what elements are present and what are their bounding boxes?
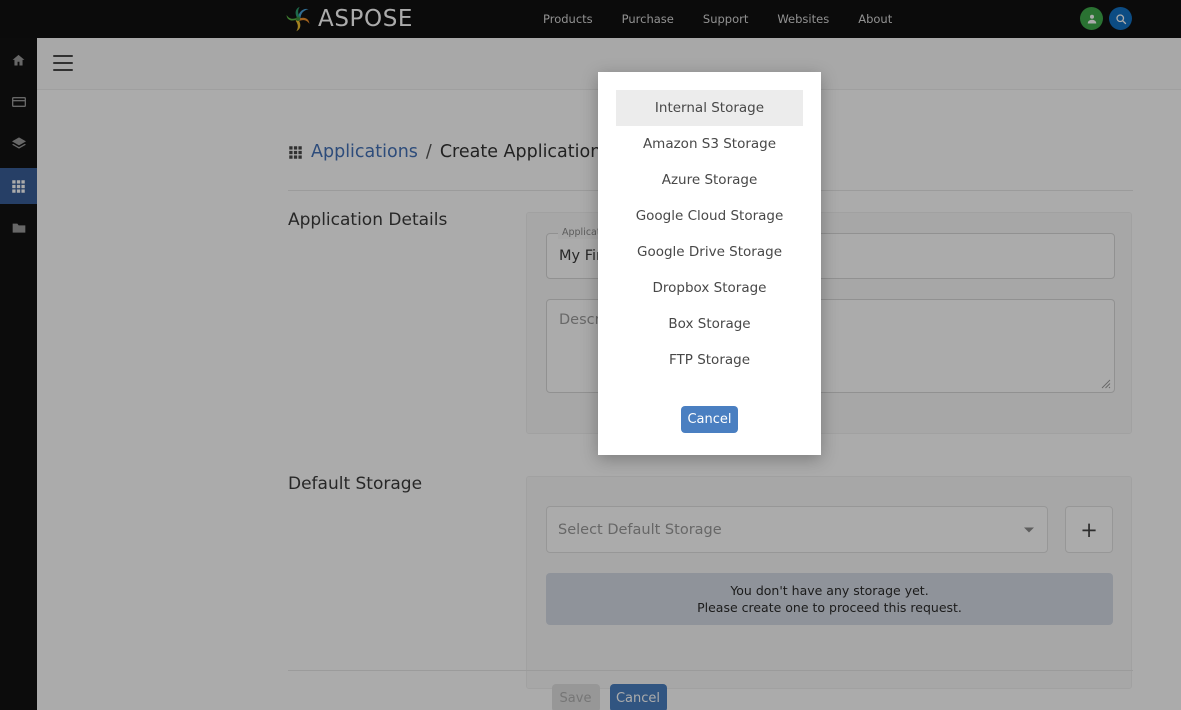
modal-actions: Cancel [598,406,821,433]
storage-option-amazon-s3[interactable]: Amazon S3 Storage [616,126,803,162]
page-root: ASPOSE Products Purchase Support Website… [0,0,1181,710]
storage-option-box[interactable]: Box Storage [616,306,803,342]
modal-overlay[interactable] [0,0,1181,710]
storage-option-google-cloud[interactable]: Google Cloud Storage [616,198,803,234]
storage-option-dropbox[interactable]: Dropbox Storage [616,270,803,306]
storage-option-google-drive[interactable]: Google Drive Storage [616,234,803,270]
storage-option-internal[interactable]: Internal Storage [616,90,803,126]
storage-type-modal: Internal Storage Amazon S3 Storage Azure… [598,72,821,455]
storage-option-azure[interactable]: Azure Storage [616,162,803,198]
storage-option-ftp[interactable]: FTP Storage [616,342,803,378]
modal-cancel-button[interactable]: Cancel [681,406,738,433]
